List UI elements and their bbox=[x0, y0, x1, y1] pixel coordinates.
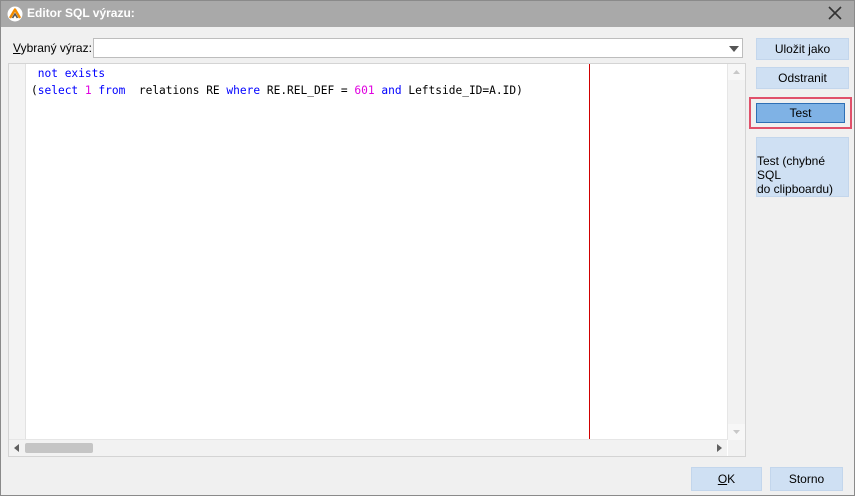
vertical-scrollbar[interactable] bbox=[727, 64, 745, 440]
code-token: where bbox=[226, 83, 261, 97]
title-bar: Editor SQL výrazu: bbox=[1, 1, 854, 27]
code-token: Leftside_ID=A.ID) bbox=[401, 83, 523, 97]
close-icon[interactable] bbox=[822, 3, 848, 25]
code-token: ( bbox=[31, 83, 38, 97]
test-to-clipboard-button[interactable]: Test (chybné SQL do clipboardu) bbox=[756, 137, 849, 197]
delete-button[interactable]: Odstranit bbox=[756, 67, 849, 89]
save-as-button[interactable]: Uložit jako bbox=[756, 38, 849, 60]
code-token: RE.REL_DEF = bbox=[260, 83, 355, 97]
chevron-down-icon[interactable] bbox=[728, 43, 740, 53]
code-line: (select 1 from relations RE where RE.REL… bbox=[31, 83, 523, 100]
scroll-left-icon[interactable] bbox=[9, 440, 25, 456]
editor-gutter bbox=[9, 64, 26, 440]
code-token: 601 bbox=[354, 83, 375, 97]
code-token: 1 bbox=[84, 83, 92, 97]
scroll-up-icon[interactable] bbox=[728, 64, 745, 80]
test-button-highlight: Test bbox=[749, 97, 852, 129]
window-title: Editor SQL výrazu: bbox=[27, 6, 135, 20]
selected-expression-label: Vybraný výraz: bbox=[13, 41, 92, 55]
code-token: and bbox=[381, 83, 402, 97]
scroll-down-icon[interactable] bbox=[728, 424, 745, 440]
code-token: relations RE bbox=[125, 83, 227, 97]
sql-code-text[interactable]: not exists (select 1 from relations RE wh… bbox=[31, 66, 523, 99]
code-token: select bbox=[37, 83, 79, 97]
ok-button[interactable]: OK bbox=[691, 467, 762, 491]
code-token: not exists bbox=[37, 67, 106, 80]
sql-editor-dialog: Editor SQL výrazu: Vybraný výraz: not ex… bbox=[0, 0, 855, 496]
code-token: from bbox=[98, 83, 126, 97]
cancel-button[interactable]: Storno bbox=[770, 467, 843, 491]
code-line: not exists bbox=[31, 66, 523, 83]
scrollbar-corner bbox=[728, 440, 745, 456]
test-to-clipboard-label-line2: do clipboardu) bbox=[757, 182, 834, 196]
horizontal-scrollbar[interactable] bbox=[9, 439, 727, 456]
test-to-clipboard-label-line1: Test (chybné SQL bbox=[757, 154, 826, 182]
sql-code-editor[interactable]: not exists (select 1 from relations RE wh… bbox=[8, 63, 746, 457]
scroll-right-icon[interactable] bbox=[711, 440, 727, 456]
right-margin-line bbox=[589, 64, 590, 440]
app-logo-icon bbox=[7, 6, 23, 22]
horizontal-scroll-thumb[interactable] bbox=[25, 443, 93, 453]
test-button[interactable]: Test bbox=[756, 103, 845, 123]
selected-expression-dropdown[interactable] bbox=[93, 38, 743, 58]
